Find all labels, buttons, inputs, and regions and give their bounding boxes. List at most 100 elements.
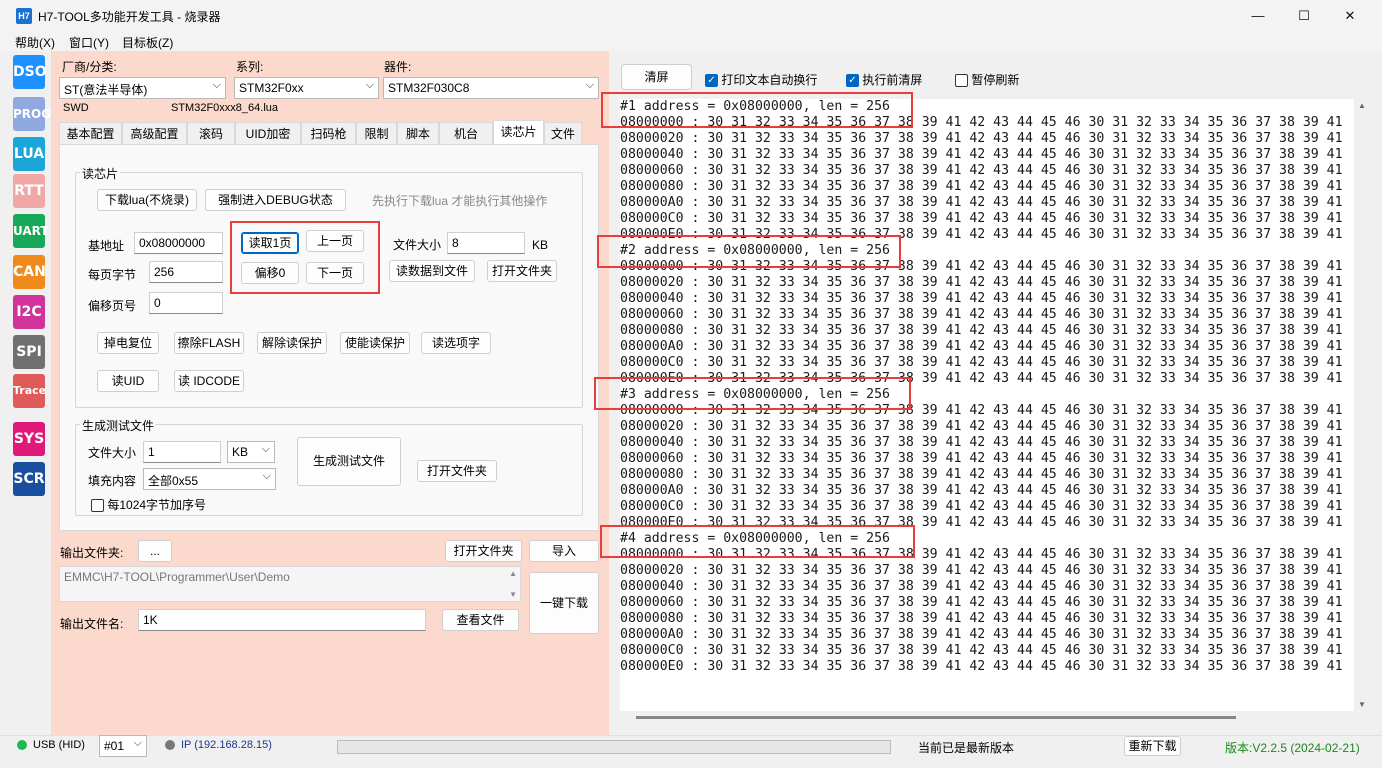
- next-page-button[interactable]: 下一页: [306, 262, 364, 284]
- console-bytes: 30 31 32 33 34 35 36 37 38 39 41 42 43 4…: [707, 611, 1343, 626]
- erase-flash-button[interactable]: 擦除FLASH: [174, 332, 244, 354]
- seq-checkbox[interactable]: 每1024字节加序号: [91, 496, 206, 513]
- scroll-down-icon[interactable]: ▼: [1358, 700, 1366, 709]
- toolbar-can-button[interactable]: CAN: [13, 255, 46, 289]
- toolbar-trace-button[interactable]: Trace: [13, 374, 46, 408]
- tab-script[interactable]: 脚本: [397, 122, 439, 144]
- minimize-button[interactable]: —: [1235, 0, 1281, 31]
- console-bytes: 30 31 32 33 34 35 36 37 38 39 41 42 43 4…: [707, 355, 1343, 370]
- toolbar-rtt-button[interactable]: RTT: [13, 174, 45, 208]
- read-chip-group-title: 读芯片: [80, 165, 121, 182]
- menu-window[interactable]: 窗口(Y): [69, 34, 109, 51]
- download-lua-button[interactable]: 下载lua(不烧录): [97, 189, 197, 211]
- output-filename-input[interactable]: 1K: [138, 609, 426, 631]
- clear-screen-button[interactable]: 清屏: [621, 64, 692, 90]
- toolbar-lua-button[interactable]: LUA: [13, 137, 45, 171]
- browse-button[interactable]: ...: [138, 540, 172, 562]
- device-number-select[interactable]: #01 ⌵: [99, 735, 147, 757]
- offset-zero-button[interactable]: 偏移0: [241, 262, 299, 284]
- scroll-down-icon[interactable]: ▼: [509, 590, 517, 599]
- import-button[interactable]: 导入: [529, 540, 599, 562]
- vendor-select[interactable]: ST(意法半导体) ⌵: [59, 77, 226, 99]
- output-path-box[interactable]: EMMC\H7-TOOL\Programmer\User\Demo ▲ ▼: [59, 566, 521, 602]
- one-click-download-button[interactable]: 一键下载: [529, 572, 599, 634]
- chevron-down-icon: ⌵: [365, 79, 374, 91]
- console-bytes: 30 31 32 33 34 35 36 37 38 39 41 42 43 4…: [707, 579, 1343, 594]
- series-select-value: STM32F0xx: [239, 81, 304, 95]
- open-folder-button[interactable]: 打开文件夹: [487, 260, 557, 282]
- output-path-text: EMMC\H7-TOOL\Programmer\User\Demo: [64, 570, 290, 584]
- tab-limit[interactable]: 限制: [356, 122, 397, 144]
- console-vertical-scrollbar[interactable]: ▲ ▼: [1355, 99, 1368, 711]
- console-data-line: 080000A0 : 30 31 32 33 34 35 36 37 38 39…: [620, 195, 1343, 211]
- auto-wrap-checkbox[interactable]: ✓ 打印文本自动换行: [705, 71, 817, 88]
- tab-uid-encrypt[interactable]: UID加密: [235, 122, 301, 144]
- console-address: 080000E0: [620, 659, 684, 674]
- console-address: 08000040: [620, 435, 684, 450]
- console-bytes: 30 31 32 33 34 35 36 37 38 39 41 42 43 4…: [707, 483, 1343, 498]
- close-button[interactable]: ✕: [1327, 0, 1373, 31]
- force-debug-button[interactable]: 强制进入DEBUG状态: [205, 189, 346, 211]
- device-select-value: STM32F030C8: [388, 81, 470, 95]
- console-data-line: 08000040 : 30 31 32 33 34 35 36 37 38 39…: [620, 579, 1343, 595]
- console-data-line: 08000040 : 30 31 32 33 34 35 36 37 38 39…: [620, 147, 1343, 163]
- series-select[interactable]: STM32F0xx ⌵: [234, 77, 379, 99]
- tab-basic-config[interactable]: 基本配置: [59, 122, 122, 144]
- protect-button[interactable]: 使能读保护: [340, 332, 410, 354]
- console-data-line: 08000040 : 30 31 32 33 34 35 36 37 38 39…: [620, 435, 1343, 451]
- menu-target-board[interactable]: 目标板(Z): [122, 34, 173, 51]
- offset-page-input[interactable]: 0: [149, 292, 223, 314]
- view-file-button[interactable]: 查看文件: [442, 609, 519, 631]
- gen-open-folder-button[interactable]: 打开文件夹: [417, 460, 497, 482]
- gen-file-size-input[interactable]: 1: [143, 441, 221, 463]
- toolbar-spi-button[interactable]: SPI: [13, 335, 45, 369]
- console-data-line: 080000C0 : 30 31 32 33 34 35 36 37 38 39…: [620, 211, 1343, 227]
- toolbar-sys-button[interactable]: SYS: [13, 422, 45, 456]
- read-uid-button[interactable]: 读UID: [97, 370, 159, 392]
- tab-rolling-code[interactable]: 滚码: [187, 122, 235, 144]
- console-data-line: 08000080 : 30 31 32 33 34 35 36 37 38 39…: [620, 323, 1343, 339]
- redownload-button[interactable]: 重新下载: [1124, 736, 1181, 756]
- toolbar-prog-button[interactable]: PROG: [13, 97, 51, 131]
- tab-scanner[interactable]: 扫码枪: [301, 122, 356, 144]
- prev-page-button[interactable]: 上一页: [306, 230, 364, 252]
- read-page-button[interactable]: 读取1页: [241, 232, 299, 254]
- console-data-line: 080000C0 : 30 31 32 33 34 35 36 37 38 39…: [620, 355, 1343, 371]
- console-horizontal-scrollbar[interactable]: [636, 716, 1236, 719]
- device-select[interactable]: STM32F030C8 ⌵: [383, 77, 599, 99]
- scroll-up-icon[interactable]: ▲: [1358, 101, 1366, 110]
- tab-machine[interactable]: 机台: [439, 122, 493, 144]
- console-separator: :: [683, 467, 708, 482]
- gen-unit-select[interactable]: KB ⌵: [227, 441, 275, 463]
- scroll-up-icon[interactable]: ▲: [509, 569, 517, 578]
- checkbox-icon: [91, 499, 104, 513]
- tab-advanced-config[interactable]: 高级配置: [122, 122, 187, 144]
- vendor-select-value: ST(意法半导体): [64, 83, 148, 97]
- console-data-line: 080000C0 : 30 31 32 33 34 35 36 37 38 39…: [620, 499, 1343, 515]
- power-reset-button[interactable]: 掉电复位: [97, 332, 159, 354]
- unprotect-button[interactable]: 解除读保护: [257, 332, 327, 354]
- generate-test-file-button[interactable]: 生成测试文件: [297, 437, 401, 486]
- read-to-file-button[interactable]: 读数据到文件: [389, 260, 475, 282]
- tab-read-chip[interactable]: 读芯片: [493, 120, 544, 144]
- file-size-input[interactable]: 8: [447, 232, 525, 254]
- pause-refresh-checkbox[interactable]: 暂停刷新: [955, 71, 1019, 88]
- console-data-line: 08000020 : 30 31 32 33 34 35 36 37 38 39…: [620, 275, 1343, 291]
- console-address: 08000040: [620, 147, 684, 162]
- toolbar-i2c-button[interactable]: I2C: [13, 295, 45, 329]
- toolbar-uart-button[interactable]: UART: [13, 214, 49, 248]
- page-bytes-input[interactable]: 256: [149, 261, 223, 283]
- read-option-button[interactable]: 读选项字: [421, 332, 491, 354]
- menu-help[interactable]: 帮助(X): [15, 34, 55, 51]
- console-data-line: 08000060 : 30 31 32 33 34 35 36 37 38 39…: [620, 163, 1343, 179]
- toolbar-scr-button[interactable]: SCR: [13, 462, 45, 496]
- console-bytes: 30 31 32 33 34 35 36 37 38 39 41 42 43 4…: [707, 179, 1343, 194]
- toolbar-dso-button[interactable]: DSO: [13, 55, 47, 89]
- output-open-folder-button[interactable]: 打开文件夹: [445, 540, 522, 562]
- base-addr-input[interactable]: 0x08000000: [134, 232, 223, 254]
- clear-before-checkbox[interactable]: ✓ 执行前清屏: [846, 71, 922, 88]
- tab-file[interactable]: 文件: [544, 122, 582, 144]
- fill-content-select[interactable]: 全部0x55 ⌵: [143, 468, 276, 490]
- maximize-button[interactable]: ☐: [1281, 0, 1327, 31]
- read-idcode-button[interactable]: 读 IDCODE: [174, 370, 244, 392]
